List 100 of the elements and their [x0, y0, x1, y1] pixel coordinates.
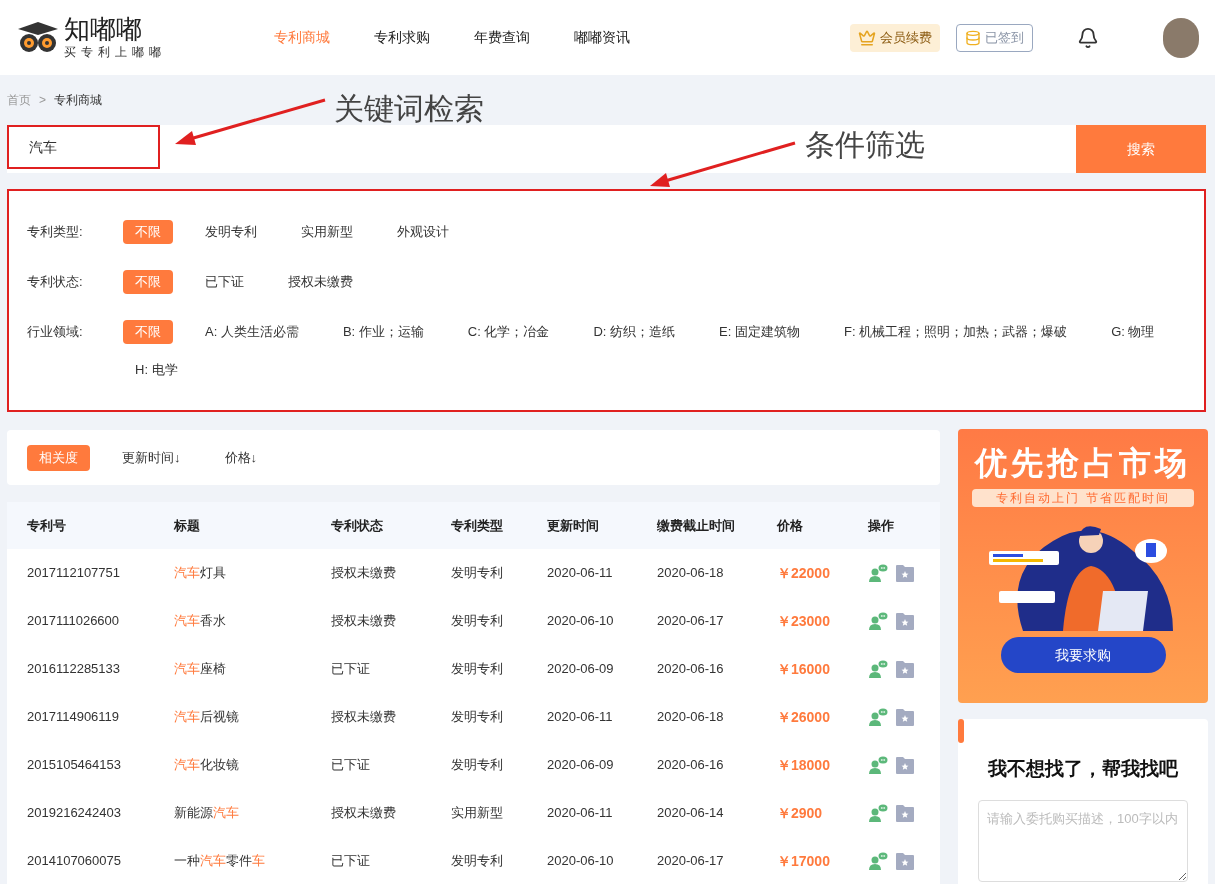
folder-star-icon[interactable] — [896, 708, 914, 726]
user-chat-icon[interactable] — [868, 852, 888, 870]
patent-number-cell: 2014107060075 — [7, 837, 174, 884]
user-chat-icon[interactable] — [868, 564, 888, 582]
filter-option[interactable]: B: 作业；运输 — [330, 320, 436, 344]
filter-option[interactable]: A: 人类生活必需 — [193, 320, 311, 344]
status-cell: 已下证 — [331, 741, 451, 789]
deadline-cell: 2020-06-14 — [657, 789, 777, 837]
patent-number-cell: 2016112285133 — [7, 645, 174, 693]
filter-option[interactable]: E: 固定建筑物 — [707, 320, 812, 344]
title-link[interactable]: 汽车香水 — [174, 597, 331, 645]
user-chat-icon[interactable] — [868, 804, 888, 822]
annotation-label: 关键词检索 — [334, 91, 484, 127]
filter-option[interactable]: 外观设计 — [385, 220, 461, 244]
column-header: 缴费截止时间 — [657, 502, 777, 549]
price-cell: ￥26000 — [777, 693, 868, 741]
update-date-cell: 2020-06-10 — [547, 837, 657, 884]
banner-headline: 优先抢占市场 — [975, 445, 1191, 481]
patent-number-cell: 2017111026600 — [7, 597, 174, 645]
nav-link[interactable]: 嘟嘟资讯 — [574, 27, 630, 48]
type-cell: 发明专利 — [451, 597, 547, 645]
title-link[interactable]: 汽车灯具 — [174, 549, 331, 597]
price-cell: ￥17000 — [777, 837, 868, 884]
price-cell: ￥22000 — [777, 549, 868, 597]
breadcrumb-item: 专利商城 — [54, 92, 102, 109]
filter-option[interactable]: C: 化学；冶金 — [455, 320, 562, 344]
deadline-cell: 2020-06-16 — [657, 741, 777, 789]
keyword-field[interactable]: 汽车 — [7, 125, 160, 169]
nav-link[interactable]: 专利求购 — [374, 27, 430, 48]
filter-label: 专利状态: — [27, 273, 84, 291]
avatar[interactable] — [1163, 17, 1199, 58]
column-header: 标题 — [174, 502, 331, 549]
type-cell: 实用新型 — [451, 789, 547, 837]
title-link[interactable]: 一种汽车零件车 — [174, 837, 331, 884]
filter-label: 行业领域: — [27, 323, 84, 341]
logo-title: 知嘟嘟 — [64, 14, 143, 43]
folder-star-icon[interactable] — [896, 564, 914, 582]
update-date-cell: 2020-06-10 — [547, 597, 657, 645]
status-cell: 授权未缴费 — [331, 597, 451, 645]
update-date-cell: 2020-06-11 — [547, 693, 657, 741]
filter-option[interactable]: 已下证 — [193, 270, 256, 294]
folder-star-icon[interactable] — [896, 804, 914, 822]
status-cell: 授权未缴费 — [331, 789, 451, 837]
sort-tab[interactable]: 更新时间↓ — [110, 444, 193, 471]
folder-star-icon[interactable] — [896, 660, 914, 678]
type-cell: 发明专利 — [451, 549, 547, 597]
filter-option[interactable]: 授权未缴费 — [276, 270, 365, 294]
patent-number-cell: 2017114906119 — [7, 693, 174, 741]
request-textarea[interactable]: 请输入委托购买描述，100字以内 — [978, 799, 1188, 882]
type-cell: 发明专利 — [451, 645, 547, 693]
update-date-cell: 2020-06-11 — [547, 789, 657, 837]
filter-label: 专利类型: — [27, 223, 84, 241]
column-header: 价格 — [777, 502, 868, 549]
request-purchase-button[interactable]: 我要求购 — [1000, 637, 1166, 673]
breadcrumb-item: > — [39, 92, 46, 109]
type-cell: 发明专利 — [451, 693, 547, 741]
status-cell: 授权未缴费 — [331, 549, 451, 597]
folder-star-icon[interactable] — [896, 612, 914, 630]
deadline-cell: 2020-06-16 — [657, 645, 777, 693]
filter-option[interactable]: 发明专利 — [193, 220, 269, 244]
patent-number-cell: 2019216242403 — [7, 789, 174, 837]
deadline-cell: 2020-06-18 — [657, 549, 777, 597]
deadline-cell: 2020-06-17 — [657, 597, 777, 645]
filter-option[interactable]: G: 物理 — [1099, 320, 1167, 344]
nav-link[interactable]: 年费查询 — [474, 27, 530, 48]
type-cell: 发明专利 — [451, 837, 547, 884]
title-link[interactable]: 汽车后视镜 — [174, 693, 331, 741]
title-link[interactable]: 新能源汽车 — [174, 789, 331, 837]
user-chat-icon[interactable] — [868, 708, 888, 726]
column-header: 操作 — [868, 502, 940, 549]
vip-renew-button[interactable]: 会员续费 — [850, 23, 940, 52]
user-chat-icon[interactable] — [868, 612, 888, 630]
price-cell: ￥23000 — [777, 597, 868, 645]
accent-bar — [958, 719, 964, 743]
patent-number-cell: 2015105464153 — [7, 741, 174, 789]
title-link[interactable]: 汽车座椅 — [174, 645, 331, 693]
price-cell: ￥2900 — [777, 789, 868, 837]
update-date-cell: 2020-06-09 — [547, 645, 657, 693]
filter-option[interactable]: D: 纺织；造纸 — [581, 320, 688, 344]
annotation-label: 条件筛选 — [805, 127, 925, 163]
filter-option[interactable]: H: 电学 — [123, 358, 190, 382]
patent-number-cell: 2017112107751 — [7, 549, 174, 597]
folder-star-icon[interactable] — [896, 756, 914, 774]
column-header: 专利类型 — [451, 502, 547, 549]
column-header: 更新时间 — [547, 502, 657, 549]
user-chat-icon[interactable] — [868, 756, 888, 774]
folder-star-icon[interactable] — [896, 852, 914, 870]
column-header: 专利状态 — [331, 502, 451, 549]
sort-tab[interactable]: 价格↓ — [212, 444, 269, 471]
coins-icon — [965, 29, 981, 46]
status-cell: 授权未缴费 — [331, 693, 451, 741]
type-cell: 发明专利 — [451, 741, 547, 789]
title-link[interactable]: 汽车化妆镜 — [174, 741, 331, 789]
owl-logo-icon — [16, 20, 60, 55]
update-date-cell: 2020-06-09 — [547, 741, 657, 789]
crown-icon — [858, 28, 876, 47]
filter-option[interactable]: F: 机械工程；照明；加热；武器；爆破 — [831, 320, 1080, 344]
filter-option[interactable]: 实用新型 — [289, 220, 365, 244]
bell-icon[interactable] — [1077, 26, 1099, 49]
user-chat-icon[interactable] — [868, 660, 888, 678]
